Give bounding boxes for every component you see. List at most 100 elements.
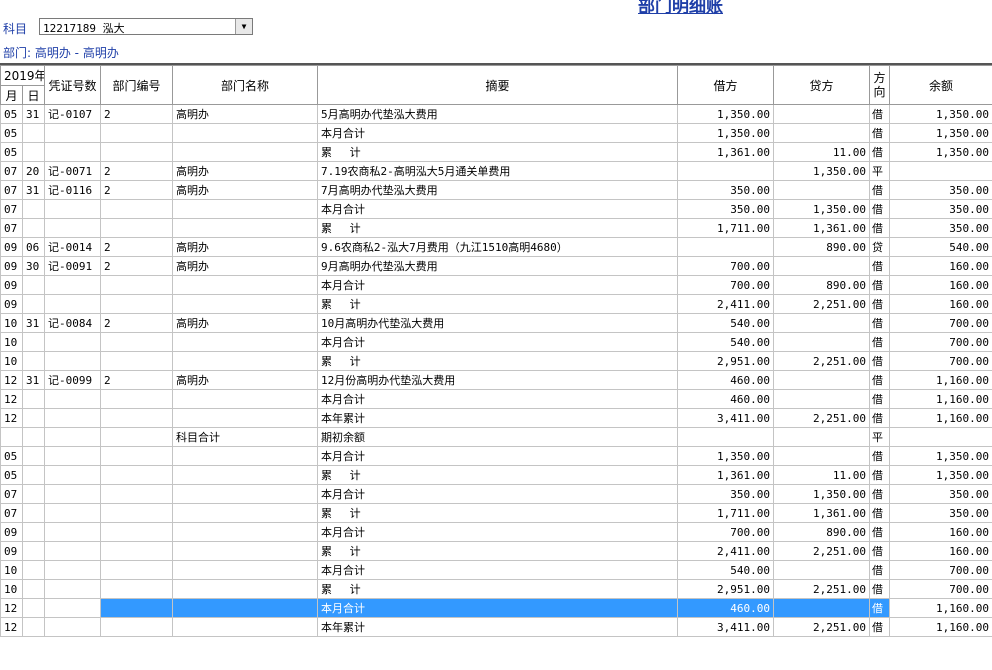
ledger-grid[interactable]: 2019年 凭证号数 部门编号 部门名称 摘要 借方 贷方 方向 余额 月 日 … [0,63,992,670]
debit-cell[interactable]: 1,361.00 [678,143,774,162]
dept-code-cell[interactable] [101,333,173,352]
dept-code-cell[interactable] [101,580,173,599]
dept-code-cell[interactable] [101,599,173,618]
month-cell[interactable]: 10 [1,580,23,599]
dept-code-cell[interactable] [101,618,173,637]
month-cell[interactable]: 05 [1,466,23,485]
dept-name-cell[interactable]: 高明办 [173,314,318,333]
direction-cell[interactable]: 借 [870,105,890,124]
credit-cell[interactable]: 2,251.00 [774,580,870,599]
dept-name-cell[interactable] [173,333,318,352]
direction-cell[interactable]: 借 [870,409,890,428]
dept-code-cell[interactable]: 2 [101,162,173,181]
dept-name-cell[interactable]: 科目合计 [173,428,318,447]
debit-cell[interactable]: 2,411.00 [678,542,774,561]
summary-cell[interactable]: 累 计 [318,219,678,238]
dept-name-cell[interactable] [173,618,318,637]
direction-cell[interactable]: 平 [870,428,890,447]
credit-cell[interactable]: 2,251.00 [774,618,870,637]
credit-cell[interactable]: 11.00 [774,466,870,485]
day-cell[interactable] [23,409,45,428]
month-cell[interactable]: 07 [1,181,23,200]
voucher-cell[interactable] [45,466,101,485]
balance-cell[interactable]: 1,160.00 [890,618,992,637]
voucher-cell[interactable] [45,295,101,314]
table-row[interactable]: 07本月合计350.001,350.00借350.00 [1,485,992,504]
month-cell[interactable]: 12 [1,618,23,637]
dept-name-cell[interactable] [173,447,318,466]
table-row[interactable]: 0930记-00912高明办9月高明办代垫泓大费用700.00借160.00 [1,257,992,276]
month-cell[interactable]: 12 [1,599,23,618]
credit-cell[interactable]: 1,350.00 [774,162,870,181]
summary-cell[interactable]: 本月合计 [318,447,678,466]
dept-name-cell[interactable]: 高明办 [173,371,318,390]
summary-cell[interactable]: 本年累计 [318,618,678,637]
direction-cell[interactable]: 借 [870,523,890,542]
debit-cell[interactable]: 2,411.00 [678,295,774,314]
direction-cell[interactable]: 借 [870,143,890,162]
month-cell[interactable]: 05 [1,105,23,124]
day-cell[interactable] [23,428,45,447]
summary-cell[interactable]: 本年累计 [318,409,678,428]
dept-code-cell[interactable]: 2 [101,238,173,257]
dept-name-cell[interactable] [173,409,318,428]
dept-name-cell[interactable] [173,485,318,504]
day-cell[interactable] [23,447,45,466]
month-cell[interactable]: 10 [1,314,23,333]
table-row[interactable]: 05累 计1,361.0011.00借1,350.00 [1,143,992,162]
balance-cell[interactable]: 160.00 [890,523,992,542]
month-cell[interactable]: 10 [1,561,23,580]
credit-cell[interactable] [774,390,870,409]
table-row[interactable]: 12本年累计3,411.002,251.00借1,160.00 [1,618,992,637]
voucher-cell[interactable] [45,143,101,162]
day-cell[interactable] [23,276,45,295]
voucher-cell[interactable] [45,580,101,599]
summary-cell[interactable]: 本月合计 [318,390,678,409]
day-cell[interactable] [23,295,45,314]
credit-cell[interactable]: 1,350.00 [774,200,870,219]
day-cell[interactable] [23,485,45,504]
summary-cell[interactable]: 7月高明办代垫泓大费用 [318,181,678,200]
dept-code-cell[interactable] [101,295,173,314]
dept-code-cell[interactable] [101,561,173,580]
direction-cell[interactable]: 借 [870,447,890,466]
dept-name-cell[interactable] [173,295,318,314]
credit-cell[interactable]: 11.00 [774,143,870,162]
voucher-cell[interactable] [45,219,101,238]
table-row[interactable]: 09本月合计700.00890.00借160.00 [1,276,992,295]
credit-cell[interactable]: 890.00 [774,276,870,295]
month-cell[interactable]: 12 [1,409,23,428]
summary-cell[interactable]: 期初余额 [318,428,678,447]
table-row[interactable]: 12本月合计460.00借1,160.00 [1,390,992,409]
dept-name-cell[interactable] [173,219,318,238]
credit-cell[interactable] [774,333,870,352]
direction-cell[interactable]: 借 [870,333,890,352]
voucher-cell[interactable] [45,523,101,542]
balance-cell[interactable]: 350.00 [890,219,992,238]
dept-code-cell[interactable] [101,504,173,523]
table-row[interactable]: 05本月合计1,350.00借1,350.00 [1,124,992,143]
subject-select[interactable]: 12217189 泓大 ▼ [39,18,253,35]
debit-cell[interactable]: 540.00 [678,314,774,333]
direction-cell[interactable]: 借 [870,542,890,561]
summary-cell[interactable]: 累 计 [318,352,678,371]
summary-cell[interactable]: 累 计 [318,466,678,485]
balance-cell[interactable]: 540.00 [890,238,992,257]
voucher-cell[interactable]: 记-0071 [45,162,101,181]
balance-cell[interactable]: 1,160.00 [890,390,992,409]
summary-cell[interactable]: 本月合计 [318,200,678,219]
day-cell[interactable]: 31 [23,105,45,124]
dept-name-cell[interactable] [173,542,318,561]
direction-cell[interactable]: 借 [870,504,890,523]
voucher-cell[interactable] [45,504,101,523]
month-cell[interactable]: 07 [1,485,23,504]
balance-cell[interactable]: 700.00 [890,352,992,371]
debit-cell[interactable]: 700.00 [678,276,774,295]
table-row[interactable]: 0531记-01072高明办5月高明办代垫泓大费用1,350.00借1,350.… [1,105,992,124]
dept-code-cell[interactable] [101,485,173,504]
chevron-down-icon[interactable]: ▼ [235,19,252,34]
balance-cell[interactable]: 1,350.00 [890,466,992,485]
table-row[interactable]: 07累 计1,711.001,361.00借350.00 [1,219,992,238]
dept-name-cell[interactable] [173,352,318,371]
table-row[interactable]: 10本月合计540.00借700.00 [1,333,992,352]
